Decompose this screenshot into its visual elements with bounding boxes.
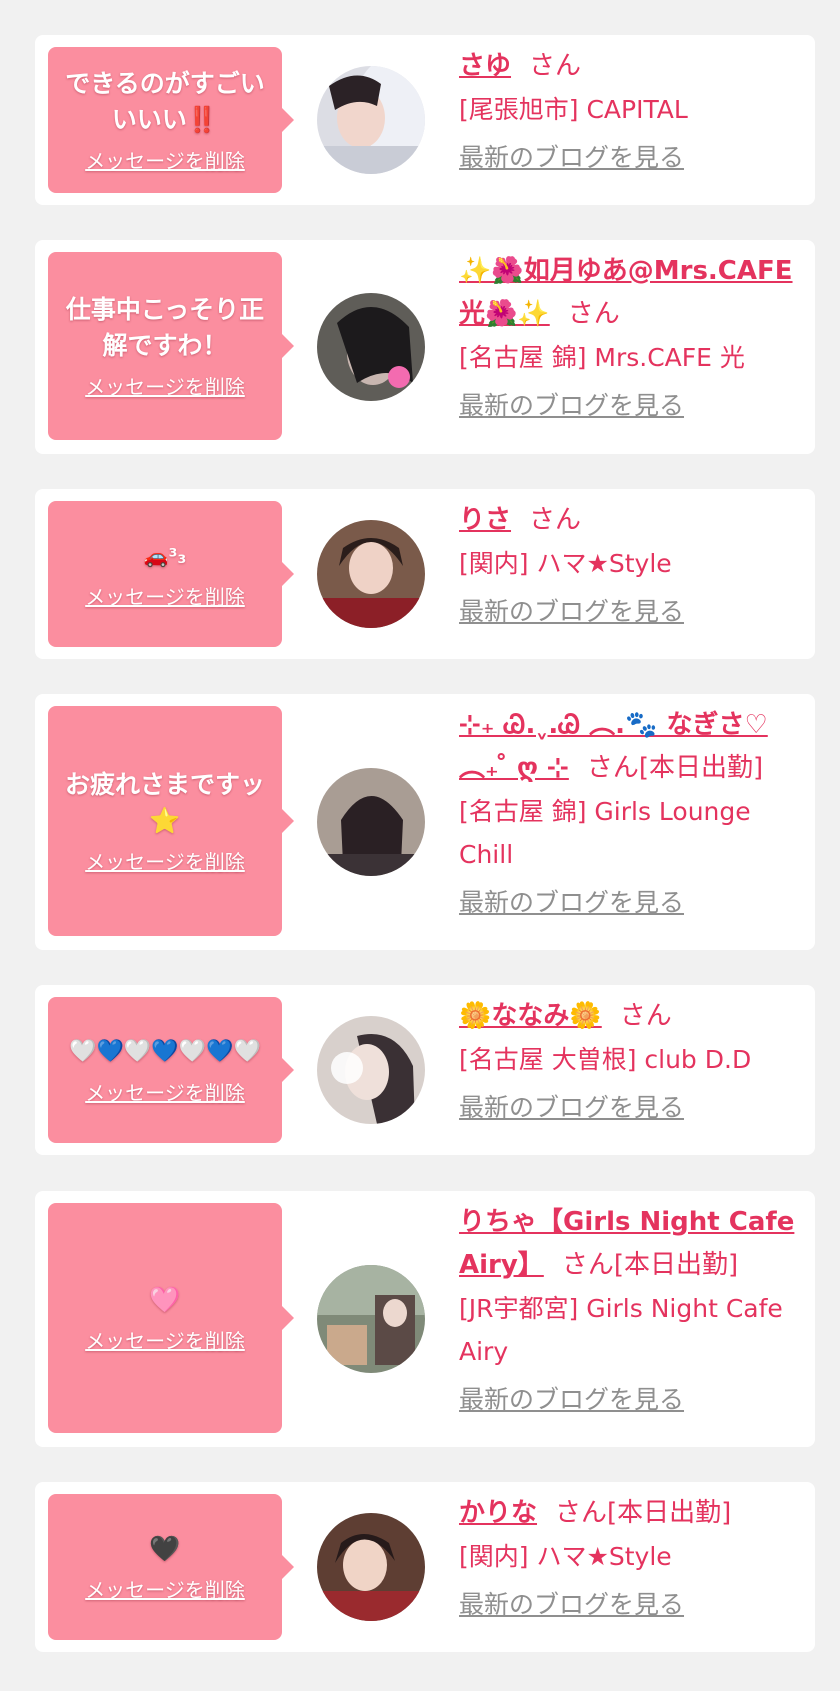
delete-message-link[interactable]: メッセージを削除 — [85, 849, 245, 875]
message-card: 🖤 メッセージを削除 かりな さん[本日出勤] [関内] ハマ★Style 最新の… — [35, 1482, 815, 1652]
message-card: 🩷 メッセージを削除 りちゃ【Girls Night Cafe Airy】 さん[… — [35, 1191, 815, 1447]
member-info: ✨🌺如月ゆあ@Mrs.CAFE光🌺✨ さん [名古屋 錦] Mrs.CAFE 光 … — [459, 250, 801, 423]
avatar[interactable] — [317, 520, 425, 628]
latest-blog-link[interactable]: 最新のブログを見る — [459, 1091, 684, 1125]
member-info: かりな さん[本日出勤] [関内] ハマ★Style 最新のブログを見る — [459, 1492, 801, 1622]
latest-blog-link[interactable]: 最新のブログを見る — [459, 141, 684, 175]
member-info: ⊹₊ Ꮚ.ˬ.Ꮚ ︵.🐾 なぎさ♡︵₊ ̊ ღ ⊹ さん[本日出勤] [名古屋 錦… — [459, 704, 801, 920]
member-name-link[interactable]: りさ — [459, 505, 511, 535]
message-bubble: 🩷 メッセージを削除 — [48, 1203, 294, 1433]
latest-blog-link[interactable]: 最新のブログを見る — [459, 595, 684, 629]
profile-photo-icon — [317, 1513, 425, 1621]
message-bubble: 🖤 メッセージを削除 — [48, 1494, 294, 1640]
message-bubble: 🤍💙🤍💙🤍💙🤍 メッセージを削除 — [48, 997, 294, 1143]
member-info: りさ さん [関内] ハマ★Style 最新のブログを見る — [459, 499, 801, 629]
message-bubble: お疲れさまですッ⭐ メッセージを削除 — [48, 706, 294, 936]
latest-blog-link[interactable]: 最新のブログを見る — [459, 389, 684, 423]
member-name-link[interactable]: さゆ — [459, 51, 511, 81]
avatar[interactable] — [317, 1513, 425, 1621]
latest-blog-link[interactable]: 最新のブログを見る — [459, 1383, 684, 1417]
message-card: お疲れさまですッ⭐ メッセージを削除 ⊹₊ Ꮚ.ˬ.Ꮚ ︵.🐾 なぎさ♡︵₊ ̊… — [35, 694, 815, 950]
member-suffix: さん — [529, 505, 582, 535]
delete-message-link[interactable]: メッセージを削除 — [85, 584, 245, 610]
latest-blog-link[interactable]: 最新のブログを見る — [459, 886, 684, 920]
shop-label: [関内] ハマ★Style — [459, 1542, 672, 1571]
member-suffix: さん — [619, 1001, 672, 1031]
delete-message-link[interactable]: メッセージを削除 — [85, 1328, 245, 1354]
shop-label: [名古屋 錦] Mrs.CAFE 光 — [459, 343, 745, 372]
message-card: 仕事中こっそり正解ですわ！ メッセージを削除 ✨🌺如月ゆあ@Mrs.CAFE光🌺… — [35, 240, 815, 454]
message-text: 🤍💙🤍💙🤍💙🤍 — [69, 1039, 261, 1064]
delete-message-link[interactable]: メッセージを削除 — [85, 1080, 245, 1106]
delete-message-link[interactable]: メッセージを削除 — [85, 1577, 245, 1603]
profile-photo-icon — [317, 1016, 425, 1124]
message-text: 🩷 — [149, 1285, 181, 1314]
message-bubble: 仕事中こっそり正解ですわ！ メッセージを削除 — [48, 252, 294, 440]
message-list: できるのがすごい いいい‼️ メッセージを削除 さゆ さん [尾張旭市] CAPI… — [0, 0, 840, 1691]
message-text: できるのがすごい いいい‼️ — [65, 69, 265, 134]
profile-photo-icon — [317, 1265, 425, 1373]
avatar[interactable] — [317, 66, 425, 174]
member-info: りちゃ【Girls Night Cafe Airy】 さん[本日出勤] [JR宇都… — [459, 1201, 801, 1417]
message-bubble: できるのがすごい いいい‼️ メッセージを削除 — [48, 47, 294, 193]
shop-label: [JR宇都宮] Girls Night Cafe Airy — [459, 1294, 783, 1366]
profile-photo-icon — [317, 293, 425, 401]
shop-label: [尾張旭市] CAPITAL — [459, 95, 688, 124]
message-card: 🚗³₃ メッセージを削除 りさ さん [関内] ハマ★Style 最新のブログを見… — [35, 489, 815, 659]
message-bubble: 🚗³₃ メッセージを削除 — [48, 501, 294, 647]
profile-photo-icon — [317, 520, 425, 628]
member-name-link[interactable]: ✨🌺如月ゆあ@Mrs.CAFE光🌺✨ — [459, 256, 793, 329]
member-suffix: さん — [529, 51, 582, 81]
member-info: さゆ さん [尾張旭市] CAPITAL 最新のブログを見る — [459, 45, 801, 175]
message-text: お疲れさまですッ⭐ — [64, 770, 265, 835]
avatar[interactable] — [317, 293, 425, 401]
message-text: 仕事中こっそり正解ですわ！ — [65, 295, 265, 360]
message-text: 🖤 — [149, 1534, 181, 1563]
delete-message-link[interactable]: メッセージを削除 — [85, 148, 245, 174]
latest-blog-link[interactable]: 最新のブログを見る — [459, 1588, 684, 1622]
member-suffix: さん — [567, 299, 620, 329]
member-suffix: さん[本日出勤] — [561, 1250, 739, 1280]
shop-label: [名古屋 大曽根] club D.D — [459, 1045, 752, 1074]
avatar[interactable] — [317, 768, 425, 876]
member-info: 🌼ななみ🌼 さん [名古屋 大曽根] club D.D 最新のブログを見る — [459, 995, 801, 1125]
profile-photo-icon — [317, 66, 425, 174]
message-card: できるのがすごい いいい‼️ メッセージを削除 さゆ さん [尾張旭市] CAPI… — [35, 35, 815, 205]
message-card: 🤍💙🤍💙🤍💙🤍 メッセージを削除 🌼ななみ🌼 さん [名古屋 大曽根] club … — [35, 985, 815, 1155]
message-text: 🚗³₃ — [143, 544, 187, 568]
shop-label: [名古屋 錦] Girls Lounge Chill — [459, 797, 751, 869]
shop-label: [関内] ハマ★Style — [459, 549, 672, 578]
member-suffix: さん[本日出勤] — [555, 1498, 732, 1528]
member-suffix: さん[本日出勤] — [586, 753, 764, 783]
member-name-link[interactable]: 🌼ななみ🌼 — [459, 1001, 602, 1031]
profile-photo-icon — [317, 768, 425, 876]
avatar[interactable] — [317, 1016, 425, 1124]
member-name-link[interactable]: かりな — [459, 1498, 537, 1528]
avatar[interactable] — [317, 1265, 425, 1373]
delete-message-link[interactable]: メッセージを削除 — [85, 374, 245, 400]
